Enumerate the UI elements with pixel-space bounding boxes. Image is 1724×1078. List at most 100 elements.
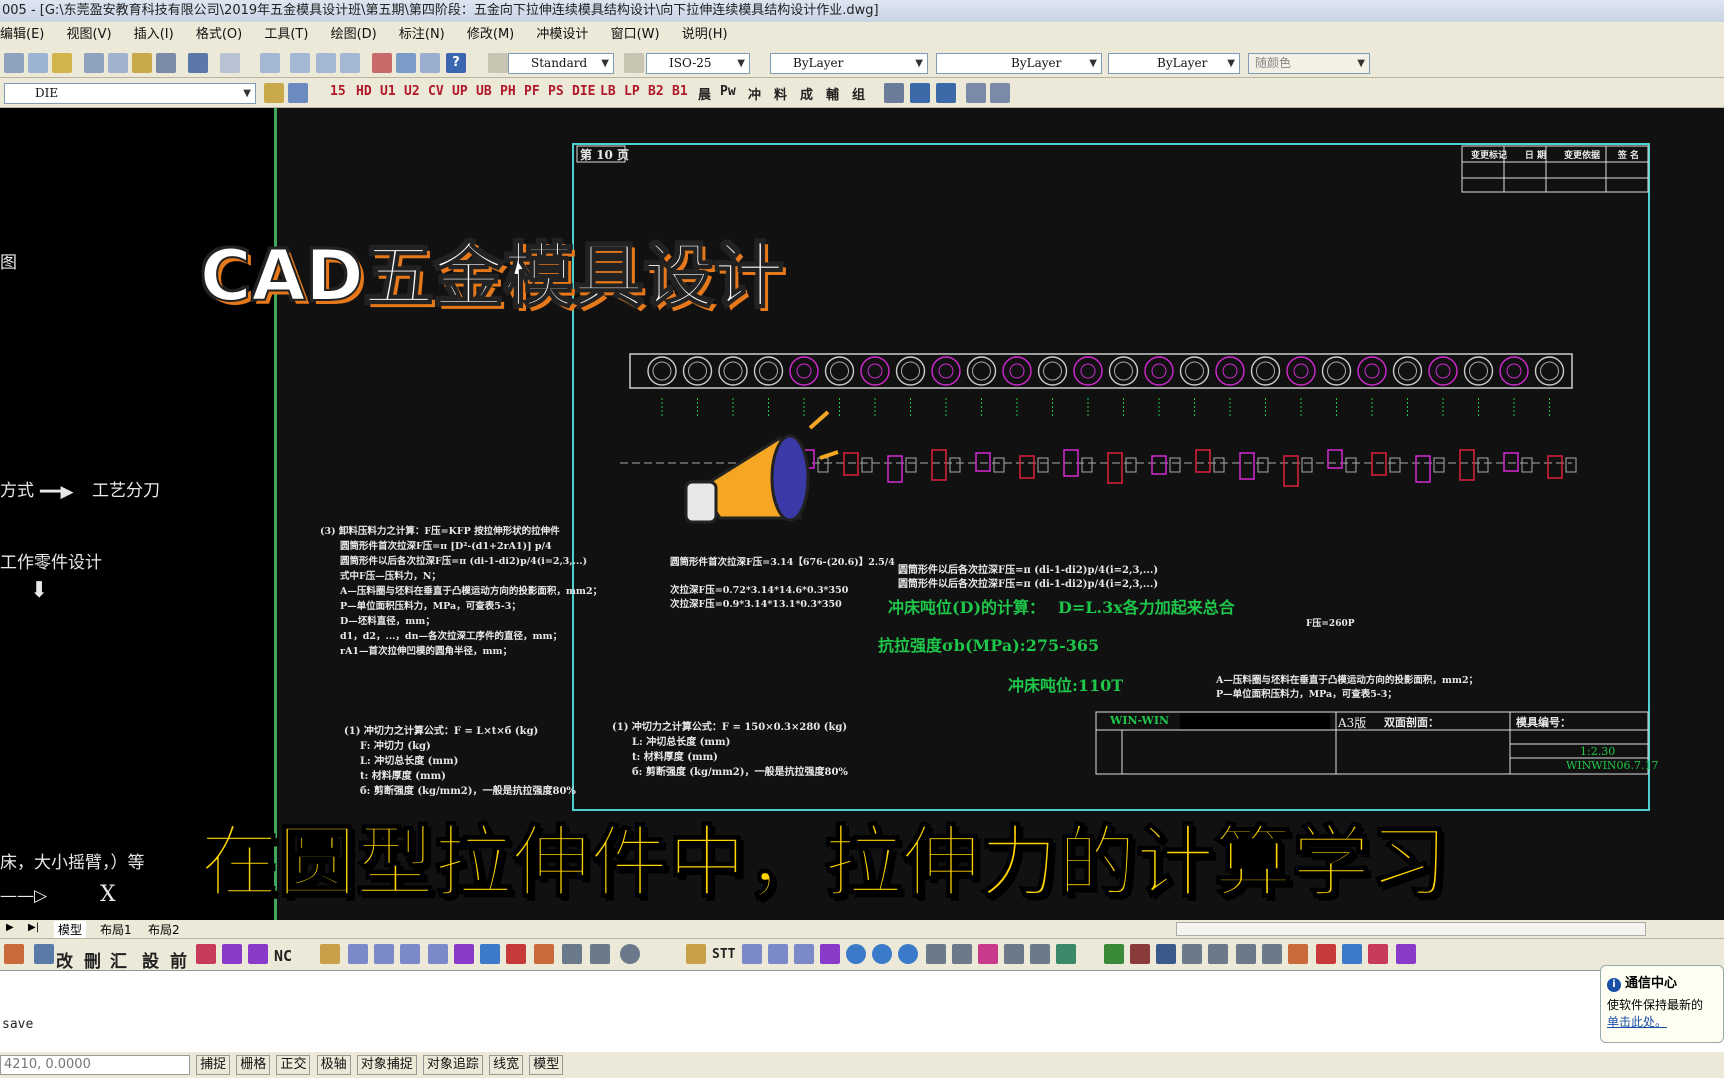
tool-o-icon[interactable] xyxy=(428,944,448,964)
die-btn-cv[interactable]: CV xyxy=(428,84,444,99)
menu-edit[interactable]: 编辑(E) xyxy=(0,27,44,42)
menu-dimension[interactable]: 标注(N) xyxy=(399,27,445,42)
die-btn-punch[interactable]: 冲 xyxy=(748,84,761,103)
bottom-btn-delete[interactable]: 刪 xyxy=(84,947,101,972)
tab-nav-last-icon[interactable]: ▶| xyxy=(28,922,39,933)
tool-r-icon[interactable] xyxy=(506,944,526,964)
text-style-select[interactable]: Standard ▼ xyxy=(508,53,614,74)
status-model[interactable]: 模型 xyxy=(529,1055,564,1075)
tool-ab-icon[interactable] xyxy=(846,944,866,964)
die-btn-pf[interactable]: PF xyxy=(524,84,540,99)
dim-style-select[interactable]: ISO-25 ▼ xyxy=(646,53,750,74)
tab-layout2[interactable]: 布局2 xyxy=(144,921,184,938)
menu-modify[interactable]: 修改(M) xyxy=(467,27,514,42)
tool-q-icon[interactable] xyxy=(480,944,500,964)
layer-select[interactable]: DIE ▼ xyxy=(4,83,256,104)
redo-icon[interactable] xyxy=(220,53,240,73)
zoom-window-icon[interactable] xyxy=(316,53,336,73)
zoom-realtime-icon[interactable] xyxy=(290,53,310,73)
tab-nav-prev-icon[interactable]: ▶ xyxy=(6,922,14,933)
tool-m-icon[interactable] xyxy=(374,944,394,964)
die-btn-up[interactable]: UP xyxy=(452,84,468,99)
status-grid[interactable]: 栅格 xyxy=(236,1055,271,1075)
tool-d-icon[interactable] xyxy=(966,83,986,103)
tool-ag-icon[interactable] xyxy=(978,944,998,964)
horizontal-scrollbar[interactable] xyxy=(1176,922,1646,936)
toast-link[interactable]: 单击此处。 xyxy=(1607,1013,1717,1030)
tool-ak-icon[interactable] xyxy=(1104,944,1124,964)
copy-icon[interactable] xyxy=(108,53,128,73)
tool-ad-icon[interactable] xyxy=(898,944,918,964)
tool-y-icon[interactable] xyxy=(768,944,788,964)
status-polar[interactable]: 极轴 xyxy=(316,1055,351,1075)
die-btn-u1[interactable]: U1 xyxy=(380,84,396,99)
die-btn-ph[interactable]: PH xyxy=(500,84,516,99)
menu-insert[interactable]: 插入(I) xyxy=(134,27,174,42)
menu-help[interactable]: 说明(H) xyxy=(682,27,728,42)
die-btn-b2[interactable]: B2 xyxy=(648,84,664,99)
tool-c-icon[interactable] xyxy=(936,83,956,103)
help-icon[interactable]: ? xyxy=(446,53,466,73)
linetype-select[interactable]: ByLayer ▼ xyxy=(936,53,1102,74)
tool-aa-icon[interactable] xyxy=(820,944,840,964)
match-properties-icon[interactable] xyxy=(156,53,176,73)
command-window[interactable]: save xyxy=(0,970,1724,1052)
tool-j-icon[interactable] xyxy=(248,944,268,964)
die-btn-b1[interactable]: B1 xyxy=(672,84,688,99)
bottom-btn-stt[interactable]: STT xyxy=(712,947,735,962)
menu-view[interactable]: 视图(V) xyxy=(67,27,112,42)
tool-p-icon[interactable] xyxy=(454,944,474,964)
tool-z-icon[interactable] xyxy=(794,944,814,964)
tool-w-icon[interactable] xyxy=(686,944,706,964)
menu-window[interactable]: 窗口(W) xyxy=(611,27,660,42)
tab-model[interactable]: 模型 xyxy=(54,921,87,938)
design-center-icon[interactable] xyxy=(396,53,416,73)
tab-layout1[interactable]: 布局1 xyxy=(96,921,136,938)
tool-t-icon[interactable] xyxy=(562,944,582,964)
die-btn-lp[interactable]: LP xyxy=(624,84,640,99)
die-btn-ps[interactable]: PS xyxy=(548,84,564,99)
tool-a-icon[interactable] xyxy=(884,83,904,103)
bottom-btn-nc[interactable]: NC xyxy=(274,947,292,965)
publish-icon[interactable] xyxy=(52,53,72,73)
die-btn-chen[interactable]: 晨 xyxy=(698,84,711,103)
tool-v-icon[interactable] xyxy=(620,944,640,964)
preview-icon[interactable] xyxy=(28,53,48,73)
print-icon[interactable] xyxy=(4,53,24,73)
tool-b-icon[interactable] xyxy=(910,83,930,103)
tool-an-icon[interactable] xyxy=(1182,944,1202,964)
tool-u-icon[interactable] xyxy=(590,944,610,964)
tool-au-icon[interactable] xyxy=(1368,944,1388,964)
menu-die-design[interactable]: 冲模设计 xyxy=(536,27,588,42)
tool-am-icon[interactable] xyxy=(1156,944,1176,964)
die-btn-ub[interactable]: UB xyxy=(476,84,492,99)
tool-i-icon[interactable] xyxy=(222,944,242,964)
undo-icon[interactable] xyxy=(188,53,208,73)
tool-as-icon[interactable] xyxy=(1316,944,1336,964)
tool-palette-icon[interactable] xyxy=(420,53,440,73)
menu-format[interactable]: 格式(O) xyxy=(196,27,242,42)
lineweight-select[interactable]: ByLayer ▼ xyxy=(1108,53,1240,74)
paste-icon[interactable] xyxy=(132,53,152,73)
die-btn-aux[interactable]: 輔 xyxy=(826,84,839,103)
die-btn-lb[interactable]: LB xyxy=(600,84,616,99)
tool-aq-icon[interactable] xyxy=(1262,944,1282,964)
tool-e-icon[interactable] xyxy=(990,83,1010,103)
tool-ah-icon[interactable] xyxy=(1004,944,1024,964)
bottom-btn-summary[interactable]: 汇 xyxy=(110,947,127,972)
tool-at-icon[interactable] xyxy=(1342,944,1362,964)
tool-s-icon[interactable] xyxy=(534,944,554,964)
status-lineweight[interactable]: 线宽 xyxy=(489,1055,524,1075)
tool-aj-icon[interactable] xyxy=(1056,944,1076,964)
die-btn-u2[interactable]: U2 xyxy=(404,84,420,99)
cut-icon[interactable] xyxy=(84,53,104,73)
tool-l-icon[interactable] xyxy=(348,944,368,964)
tool-f-icon[interactable] xyxy=(4,944,24,964)
plot-style-select[interactable]: 随颜色 ▼ xyxy=(1248,53,1370,74)
die-btn-15[interactable]: 15 xyxy=(330,84,346,99)
die-btn-die[interactable]: DIE xyxy=(572,84,595,99)
bottom-btn-setup[interactable]: 設 xyxy=(142,947,159,972)
menu-tools[interactable]: 工具(T) xyxy=(264,27,308,42)
tool-ao-icon[interactable] xyxy=(1208,944,1228,964)
status-osnap[interactable]: 对象捕捉 xyxy=(356,1055,417,1075)
